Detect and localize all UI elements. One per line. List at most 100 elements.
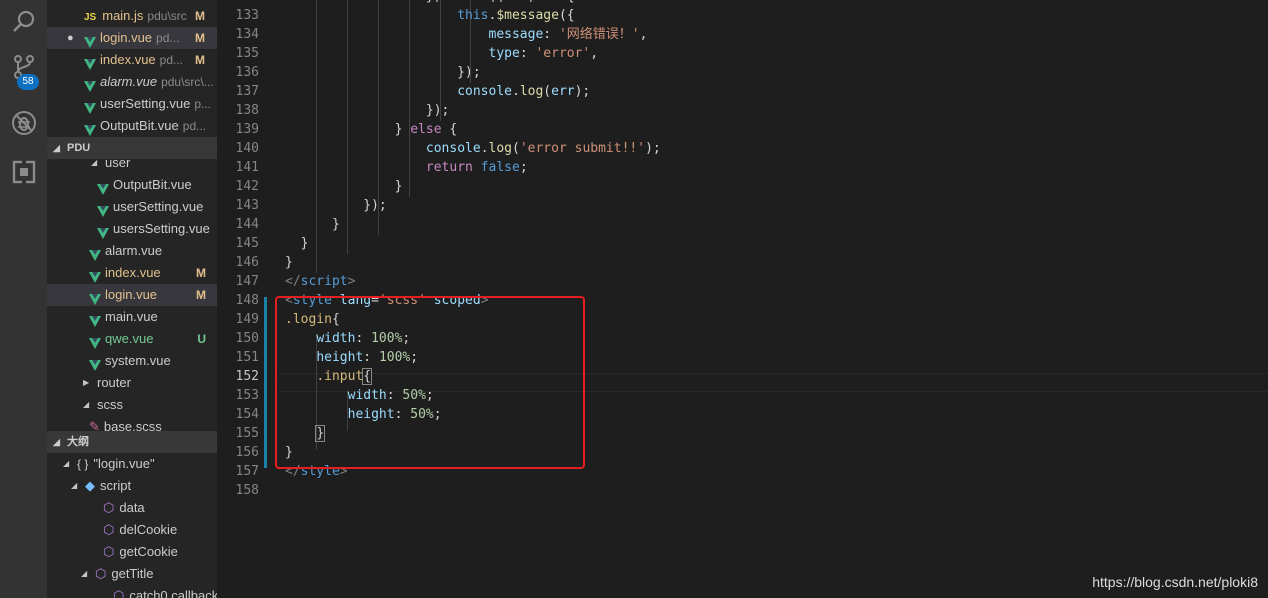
method-cube-icon: ⬡ xyxy=(103,544,115,559)
outline-item[interactable]: ⬡ getCookie xyxy=(47,541,217,563)
outline-item[interactable]: ⬡ catch0 callback xyxy=(47,585,217,598)
file-name: OutputBit.vue xyxy=(113,177,192,192)
extensions-icon[interactable] xyxy=(0,152,47,192)
explorer-item[interactable]: userSetting.vue xyxy=(47,196,217,218)
chevron-down-icon[interactable]: ◢ xyxy=(63,453,69,475)
explorer-item[interactable]: ◢ user xyxy=(47,152,217,174)
explorer-item[interactable]: system.vue xyxy=(47,350,217,372)
explorer-item[interactable]: login.vue M xyxy=(47,284,217,306)
explorer-item[interactable]: ▶ router xyxy=(47,372,217,394)
line-number: 154 xyxy=(235,407,259,422)
search-icon[interactable] xyxy=(0,2,47,42)
code-token: this xyxy=(457,8,489,23)
vue-file-icon xyxy=(89,334,101,350)
code-line[interactable]: } else { xyxy=(285,120,458,139)
code-line[interactable]: } xyxy=(285,177,403,196)
explorer-item[interactable]: usersSetting.vue xyxy=(47,218,217,240)
code-line[interactable]: message: '网络错误！', xyxy=(285,25,648,44)
file-name: usersSetting.vue xyxy=(113,221,210,236)
line-number: 150 xyxy=(235,331,259,346)
file-entry: index.vue xyxy=(89,262,161,284)
file-path: pd... xyxy=(156,31,180,45)
line-number: 138 xyxy=(235,103,259,118)
code-token: ( xyxy=(512,141,520,156)
symbol-name: catch0 callback xyxy=(129,588,217,598)
file-name: index.vue xyxy=(105,265,161,280)
file-name: userSetting.vue xyxy=(100,96,191,111)
chevron-right-icon[interactable]: ▶ xyxy=(83,372,89,394)
open-editor-item[interactable]: userSetting.vue p... xyxy=(47,93,217,115)
code-token: ; xyxy=(519,160,528,175)
explorer-item[interactable]: ◢ scss xyxy=(47,394,217,416)
outline-entry: ⬡ delCookie xyxy=(103,519,177,541)
open-editor-name: login.vue pd... xyxy=(84,27,179,49)
code-line[interactable]: }); xyxy=(285,196,387,215)
file-entry: userSetting.vue xyxy=(97,196,203,218)
code-token: $message xyxy=(496,8,559,23)
outline-entry: ⬡ data xyxy=(103,497,145,519)
dirty-dot-icon[interactable]: ● xyxy=(67,27,74,49)
code-line[interactable]: this.$message({ xyxy=(285,6,575,25)
code-token: . xyxy=(480,141,489,156)
outline-item[interactable]: ◢ ⬡ getTitle xyxy=(47,563,217,585)
outline-entry: ⬡ getCookie xyxy=(103,541,178,563)
code-line[interactable]: } xyxy=(285,234,309,253)
outline-item[interactable]: ◢ { } "login.vue" xyxy=(47,453,217,475)
code-token: } xyxy=(285,217,340,232)
code-line[interactable]: console.log('error submit!!'); xyxy=(285,139,661,158)
code-line[interactable]: console.log(err); xyxy=(285,82,590,101)
explorer-item[interactable]: index.vue M xyxy=(47,262,217,284)
chevron-down-icon[interactable]: ◢ xyxy=(91,152,97,174)
chevron-down-icon[interactable]: ◢ xyxy=(81,563,87,585)
code-line[interactable]: }); xyxy=(285,101,450,120)
file-entry: login.vue xyxy=(89,284,157,306)
chevron-down-icon[interactable]: ◢ xyxy=(83,394,89,416)
line-number: 137 xyxy=(235,84,259,99)
open-editor-name: JS main.js pdu\src xyxy=(84,5,187,27)
code-token: , xyxy=(639,27,648,42)
symbol-name: delCookie xyxy=(119,522,178,537)
outline-entry: ◆ script xyxy=(85,475,131,497)
code-token: }); xyxy=(285,103,450,118)
code-line[interactable]: type: 'error', xyxy=(285,44,599,63)
open-editor-item[interactable]: JS main.js pdu\src M xyxy=(47,5,217,27)
file-path: p... xyxy=(194,97,212,111)
explorer-item[interactable]: main.vue xyxy=(47,306,217,328)
line-number: 139 xyxy=(235,122,259,137)
code-token: }); xyxy=(285,198,387,213)
code-line[interactable]: }); xyxy=(285,63,481,82)
code-line[interactable]: } xyxy=(285,215,340,234)
open-editor-item[interactable]: index.vue pd... M xyxy=(47,49,217,71)
open-editor-item[interactable]: alarm.vue pdu\src\... xyxy=(47,71,217,93)
code-token: err xyxy=(504,0,527,4)
outline-item[interactable]: ⬡ delCookie xyxy=(47,519,217,541)
file-name: userSetting.vue xyxy=(113,199,204,214)
debug-icon[interactable] xyxy=(0,103,47,143)
explorer-item[interactable]: alarm.vue xyxy=(47,240,217,262)
file-entry: usersSetting.vue xyxy=(97,218,210,240)
code-token: else xyxy=(410,122,442,137)
code-token: </ xyxy=(285,274,301,289)
code-token: 'error submit!!' xyxy=(519,141,646,156)
code-token: > xyxy=(347,274,356,289)
explorer-item[interactable]: qwe.vue U xyxy=(47,328,217,350)
outline-item[interactable]: ◢ ◆ script xyxy=(47,475,217,497)
code-line[interactable]: </script> xyxy=(285,272,355,291)
code-token: ({ xyxy=(558,8,575,23)
outline-item[interactable]: ⬡ data xyxy=(47,497,217,519)
chevron-down-icon[interactable]: ◢ xyxy=(71,475,77,497)
code-token: '网络错误！' xyxy=(558,27,640,42)
code-line[interactable]: return false; xyxy=(285,158,528,177)
code-line[interactable]: } xyxy=(285,253,293,272)
open-editor-item[interactable]: ● login.vue pd... M xyxy=(47,27,217,49)
outline-section-header[interactable]: ◢ 大纲 xyxy=(47,431,217,453)
explorer-item[interactable]: OutputBit.vue xyxy=(47,174,217,196)
open-editor-item[interactable]: OutputBit.vue pd... xyxy=(47,115,217,137)
code-editor[interactable]: 132 }).catch((err) => {133 this.$message… xyxy=(217,0,1268,598)
symbol-name: getTitle xyxy=(111,566,154,581)
open-editor-name: index.vue pd... xyxy=(84,49,183,71)
line-number: 144 xyxy=(235,217,259,232)
